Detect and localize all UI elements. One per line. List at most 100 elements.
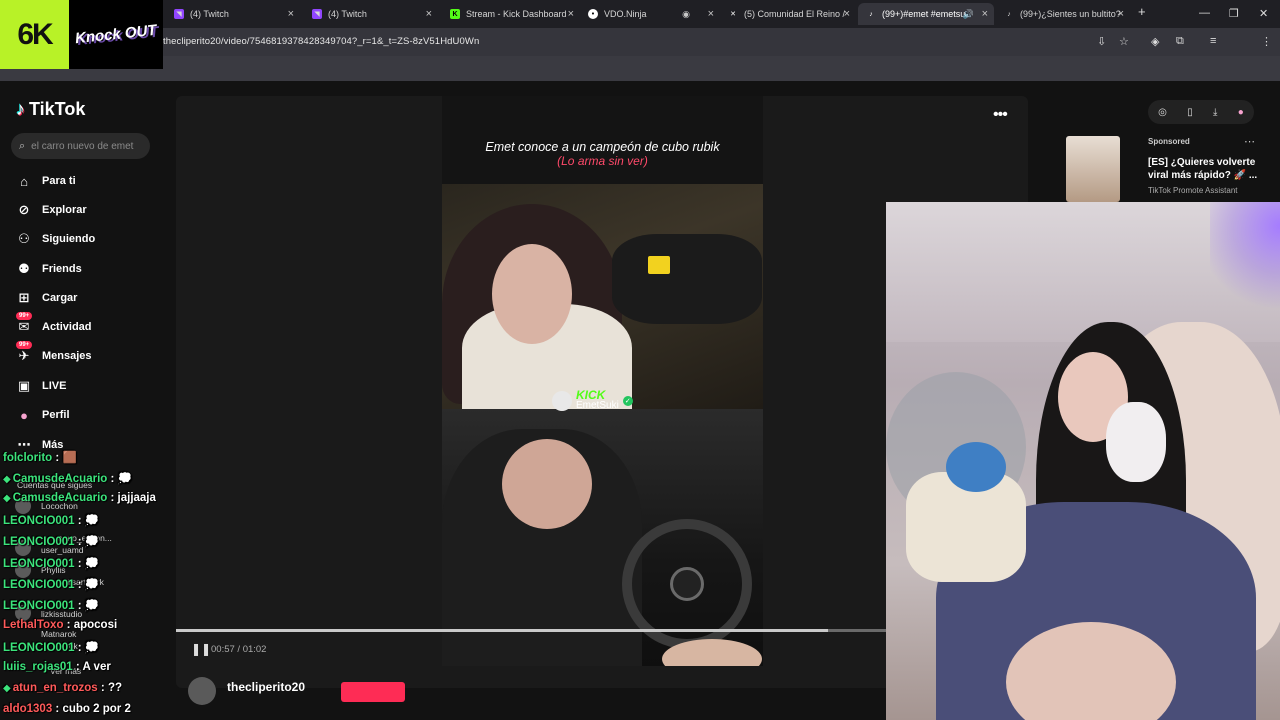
logo-6k: 6K <box>0 0 69 69</box>
tab-title: Stream - Kick Dashboard <box>466 9 567 19</box>
logo-knockout-text: Knock OUT <box>74 21 158 47</box>
chat-username: LEONCIO001 <box>3 641 75 654</box>
chat-text: 💭 <box>84 578 100 591</box>
browser-tab-1[interactable]: ◥ (4) Twitch × <box>166 3 300 25</box>
video-author[interactable]: thecliperito20 <box>227 680 305 694</box>
window-close-icon[interactable]: ✕ <box>1259 7 1268 20</box>
sidebar-item-friends[interactable]: ⚉ Friends <box>15 260 82 278</box>
chat-message: LEONCIO001 : 💭 <box>3 534 99 548</box>
browser-tab-5[interactable]: ✕ (5) Comunidad El Reino / × <box>720 3 856 25</box>
close-icon[interactable]: × <box>288 8 294 20</box>
download-icon[interactable]: ⤓ <box>1213 107 1217 118</box>
chat-message: folclorito : 🟫 <box>3 450 77 464</box>
sidebar-item-siguiendo[interactable]: ⚇ Siguiendo <box>15 230 95 248</box>
sidebar-item-label: Friends <box>42 263 82 275</box>
follow-button[interactable] <box>341 682 405 702</box>
coins-icon[interactable]: ◎ <box>1158 107 1167 118</box>
new-tab-button[interactable]: + <box>1138 4 1146 19</box>
messages-icon: ✈ 99+ <box>15 341 33 365</box>
activity-badge: 99+ <box>16 312 33 320</box>
author-avatar[interactable] <box>188 677 216 705</box>
close-icon[interactable]: × <box>426 8 432 20</box>
url-field[interactable]: thecliperito20/video/7546819378428349704… <box>163 36 479 47</box>
chat-text: 🟫 <box>62 452 77 464</box>
tab-title: (4) Twitch <box>190 9 229 19</box>
sidebar-item-label: Siguiendo <box>42 233 96 245</box>
ad-more-icon[interactable]: ⋯ <box>1244 135 1255 148</box>
chat-message: LethalToxo : apocosi <box>3 619 117 631</box>
browser-tab-3[interactable]: K Stream - Kick Dashboard × <box>442 3 580 25</box>
sidebar-item-label: LIVE <box>42 380 67 392</box>
search-input[interactable]: ⌕ el carro nuevo de emet <box>11 133 150 159</box>
video-frame[interactable]: Emet conoce a un campeón de cubo rubik (… <box>442 96 763 666</box>
chat-text: 💭 <box>84 536 100 549</box>
restore-icon[interactable]: ❐ <box>1229 7 1239 20</box>
bookmark-star-icon[interactable]: ☆ <box>1119 35 1129 48</box>
search-icon: ⌕ <box>19 139 26 152</box>
chat-text: ?? <box>107 682 122 695</box>
profile-icon[interactable]: ● <box>1238 107 1244 118</box>
browser-tab-4[interactable]: • VDO.Ninja ◉ × <box>580 3 720 25</box>
chat-separator: : <box>74 515 85 528</box>
minimize-icon[interactable]: — <box>1199 7 1210 19</box>
browser-tab-7[interactable]: ♪ (99+)¿Sientes un bultito? × <box>996 3 1130 25</box>
live-icon: ▣ <box>17 378 31 393</box>
sidebar-item-label: Mensajes <box>42 350 92 362</box>
speaker-icon[interactable]: 🔊 <box>963 9 974 20</box>
sidebar-item-perfil[interactable]: ● Perfil <box>15 406 69 424</box>
close-icon[interactable]: × <box>568 8 574 20</box>
sidebar-item-live[interactable]: ▣ LIVE <box>15 377 67 395</box>
following-icon: ⚇ <box>18 231 30 246</box>
verified-icon: ✓ <box>622 395 633 406</box>
chat-separator: : <box>63 618 74 631</box>
close-icon[interactable]: × <box>1118 8 1124 20</box>
install-app-icon[interactable]: ⇩ <box>1097 35 1106 48</box>
chat-badge-icon: ◆ <box>3 493 11 505</box>
chat-separator: : <box>52 703 63 716</box>
video-caption-title: Emet conoce a un campeón de cubo rubik <box>485 140 720 154</box>
compass-icon: ⊘ <box>18 202 30 217</box>
video-progress-bar[interactable] <box>176 629 886 632</box>
pause-icon[interactable]: ❚❚ <box>191 642 211 656</box>
browser-tab-2[interactable]: ◥ (4) Twitch × <box>304 3 438 25</box>
media-icon[interactable]: ≡ <box>1210 35 1216 47</box>
sidebar-item-cargar[interactable]: ⊞ Cargar <box>15 289 78 307</box>
home-icon: ⌂ <box>20 173 28 189</box>
chat-message: LEONCIO001 : 💭 <box>3 598 99 612</box>
chat-separator: : <box>97 682 108 695</box>
tab-title: (5) Comunidad El Reino / <box>744 9 846 19</box>
chat-message: LEONCIO001 : 💭 <box>3 513 99 527</box>
vdo-icon: • <box>588 9 598 19</box>
chat-separator: : <box>72 661 83 673</box>
chat-message: ◆ CamusdeAcuario : jajjaaja <box>3 492 156 504</box>
chat-separator: : <box>74 536 85 549</box>
close-icon[interactable]: × <box>844 8 850 20</box>
ad-thumbnail[interactable] <box>1066 136 1120 202</box>
ad-title[interactable]: [ES] ¿Quieres volverte viral más rápido?… <box>1148 156 1258 182</box>
chat-username: luiis_rojas01 <box>3 661 73 673</box>
sidebar-item-actividad[interactable]: ✉ 99+ Actividad <box>15 312 92 336</box>
address-bar: thecliperito20/video/7546819378428349704… <box>0 28 1280 77</box>
extension-icon[interactable]: ◈ <box>1151 35 1159 48</box>
browser-menu-icon[interactable]: ⋮ <box>1261 35 1272 48</box>
more-options-icon[interactable]: ••• <box>993 106 1008 124</box>
sidebar-item-para-ti[interactable]: ⌂ Para ti <box>15 172 76 190</box>
close-icon[interactable]: × <box>708 8 714 20</box>
sidebar-item-explorar[interactable]: ⊘ Explorar <box>15 201 87 219</box>
browser-tab-6-active[interactable]: ♪ (99+)#emet #emetsu 🔊 × <box>858 3 994 25</box>
puzzle-icon[interactable]: ⧉ <box>1176 35 1184 48</box>
twitch-icon: ◥ <box>312 9 322 19</box>
phone-icon[interactable]: ▯ <box>1187 107 1193 118</box>
ad-sponsored-label: Sponsored <box>1148 137 1190 146</box>
search-placeholder: el carro nuevo de emet <box>31 140 134 152</box>
twitch-icon: ◥ <box>174 9 184 19</box>
sidebar-item-mensajes[interactable]: ✈ 99+ Mensajes <box>15 341 92 365</box>
chat-username: CamusdeAcuario <box>12 473 108 486</box>
chat-username: LEONCIO001 <box>3 536 75 549</box>
tiktok-logo[interactable]: ♪ TikTok <box>16 99 85 120</box>
chat-separator: : <box>52 452 63 464</box>
video-progress-fill <box>176 629 829 632</box>
close-icon[interactable]: × <box>982 8 988 20</box>
ad-sponsor: TikTok Promote Assistant <box>1148 186 1238 195</box>
kick-watermark: KICK EmetSuki ✓ <box>552 389 633 411</box>
